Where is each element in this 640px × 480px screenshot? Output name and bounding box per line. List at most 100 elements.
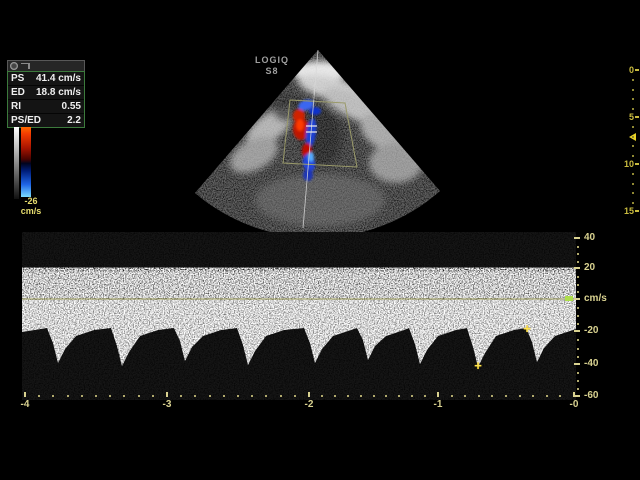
depth-major-tick — [635, 116, 639, 118]
depth-tick-label: 5 — [620, 112, 634, 122]
measurement-panel-header — [7, 60, 85, 71]
baseline-marker[interactable] — [565, 296, 573, 301]
brand-line2: S8 — [250, 66, 294, 77]
depth-minor-tick — [632, 183, 634, 185]
measurement-label: ED — [11, 87, 25, 98]
time-major-tick — [24, 392, 26, 397]
time-tick-label: -1 — [434, 399, 443, 410]
velocity-tick-label: -40 — [584, 358, 598, 369]
color-doppler-scale-bar — [21, 127, 31, 197]
velocity-major-tick — [574, 298, 580, 300]
velocity-minor-tick — [577, 348, 579, 350]
ultrasound-screen: PS 41.4 cm/s ED 18.8 cm/s RI 0.55 PS/ED … — [0, 0, 640, 480]
time-tick-label: -0 — [570, 399, 579, 410]
velocity-minor-tick — [577, 307, 579, 309]
time-minor-tick — [67, 395, 69, 397]
measurement-row-ed: ED 18.8 cm/s — [8, 86, 84, 100]
velocity-tick-label: cm/s — [584, 293, 607, 304]
time-tick-label: -4 — [21, 399, 30, 410]
depth-minor-tick — [632, 108, 634, 110]
velocity-major-tick — [574, 363, 580, 365]
time-minor-tick — [464, 395, 466, 397]
time-minor-tick — [505, 395, 507, 397]
grayscale-bar — [14, 127, 19, 199]
time-minor-tick — [152, 395, 154, 397]
depth-minor-tick — [632, 89, 634, 91]
depth-minor-tick — [632, 202, 634, 204]
time-major-tick — [437, 392, 439, 397]
time-minor-tick — [451, 395, 453, 397]
time-major-tick — [573, 392, 575, 397]
depth-minor-tick — [632, 145, 634, 147]
velocity-minor-tick — [577, 261, 579, 263]
time-minor-tick — [180, 395, 182, 397]
depth-major-tick — [635, 69, 639, 71]
time-minor-tick — [360, 395, 362, 397]
measurement-label: PS — [11, 73, 24, 84]
time-minor-tick — [398, 395, 400, 397]
time-minor-tick — [294, 395, 296, 397]
bmode-sector-image — [170, 45, 470, 235]
trackball-icon — [10, 62, 18, 70]
depth-minor-tick — [632, 136, 634, 138]
velocity-tick-label: -20 — [584, 325, 598, 336]
depth-minor-tick — [632, 173, 634, 175]
time-minor-tick — [532, 395, 534, 397]
time-tick-label: -2 — [305, 399, 314, 410]
depth-tick-label: 10 — [620, 159, 634, 169]
time-minor-tick — [223, 395, 225, 397]
measurement-label: PS/ED — [11, 115, 41, 126]
time-tick-label: -3 — [163, 399, 172, 410]
velocity-minor-tick — [577, 339, 579, 341]
time-minor-tick — [334, 395, 336, 397]
time-minor-tick — [109, 395, 111, 397]
depth-minor-tick — [632, 126, 634, 128]
time-minor-tick — [519, 395, 521, 397]
caliper-ps[interactable]: + — [474, 358, 482, 373]
measurement-row-ps: PS 41.4 cm/s — [8, 72, 84, 86]
velocity-minor-tick — [577, 276, 579, 278]
depth-major-tick — [635, 210, 639, 212]
color-scale-min-value: -26 — [13, 196, 49, 206]
depth-minor-tick — [632, 98, 634, 100]
time-minor-tick — [559, 395, 561, 397]
velocity-minor-tick — [577, 291, 579, 293]
velocity-minor-tick — [577, 246, 579, 248]
measurement-row-psed: PS/ED 2.2 — [8, 114, 84, 127]
time-minor-tick — [546, 395, 548, 397]
velocity-major-tick — [574, 267, 580, 269]
measurement-value: 0.55 — [62, 101, 81, 112]
color-scale-unit: cm/s — [13, 206, 49, 216]
time-minor-tick — [52, 395, 54, 397]
velocity-minor-tick — [577, 253, 579, 255]
time-minor-tick — [38, 395, 40, 397]
depth-tick-label: 0 — [620, 65, 634, 75]
time-minor-tick — [373, 395, 375, 397]
time-minor-tick — [478, 395, 480, 397]
velocity-tick-label: 20 — [584, 262, 595, 273]
probe-marker-icon — [21, 63, 30, 69]
velocity-minor-tick — [577, 315, 579, 317]
time-minor-tick — [194, 395, 196, 397]
time-minor-tick — [321, 395, 323, 397]
time-minor-tick — [251, 395, 253, 397]
measurement-panel: PS 41.4 cm/s ED 18.8 cm/s RI 0.55 PS/ED … — [7, 60, 85, 128]
depth-minor-tick — [632, 155, 634, 157]
depth-minor-tick — [632, 192, 634, 194]
velocity-minor-tick — [577, 388, 579, 390]
caliper-ed[interactable]: + — [523, 321, 531, 336]
velocity-minor-tick — [577, 356, 579, 358]
measurement-value: 2.2 — [67, 115, 81, 126]
velocity-minor-tick — [577, 372, 579, 374]
depth-tick-label: 15 — [620, 206, 634, 216]
time-minor-tick — [123, 395, 125, 397]
spectral-doppler-plot — [22, 232, 576, 400]
measurement-label: RI — [11, 101, 21, 112]
time-minor-tick — [209, 395, 211, 397]
velocity-tick-label: 40 — [584, 232, 595, 243]
device-brand-label: LOGIQ S8 — [250, 55, 294, 77]
velocity-major-tick — [574, 237, 580, 239]
time-minor-tick — [237, 395, 239, 397]
velocity-minor-tick — [577, 380, 579, 382]
brand-line1: LOGIQ — [250, 55, 294, 66]
